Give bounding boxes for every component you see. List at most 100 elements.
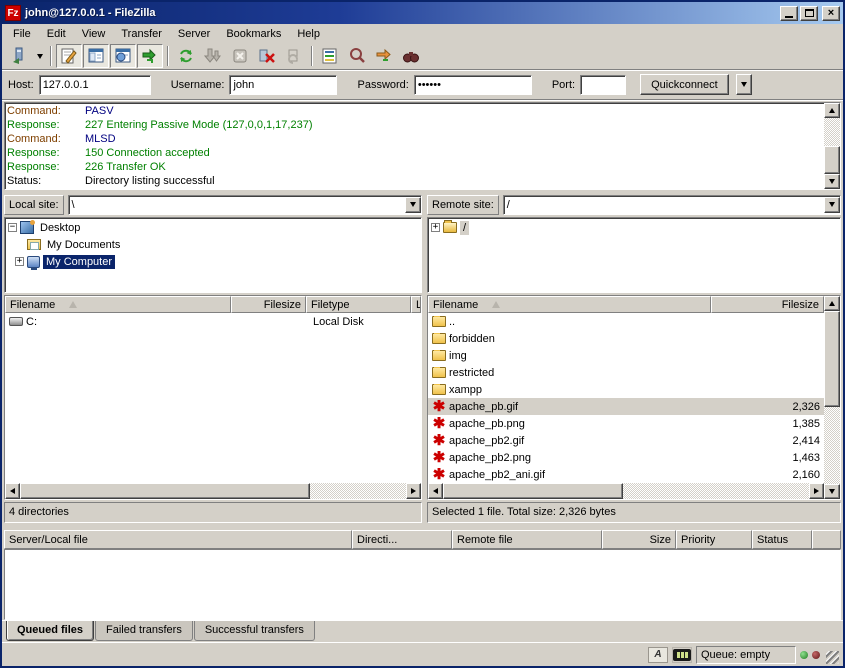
synchronized-browsing-button[interactable] <box>371 44 397 68</box>
scroll-left-button[interactable] <box>428 483 443 499</box>
menu-edit[interactable]: Edit <box>40 26 73 42</box>
refresh-button[interactable] <box>173 44 199 68</box>
expand-icon[interactable]: + <box>431 223 440 232</box>
local-site-combo[interactable]: \ <box>68 195 422 215</box>
filter-button[interactable] <box>317 44 343 68</box>
remote-file-row[interactable]: img <box>428 347 824 364</box>
file-search-button[interactable] <box>398 44 424 68</box>
quickconnect-bar: Host: Username: Password: Port: Quickcon… <box>2 70 843 100</box>
menu-file[interactable]: File <box>6 26 38 42</box>
quickconnect-dropdown-button[interactable] <box>736 74 752 95</box>
port-input[interactable] <box>580 75 626 95</box>
maximize-button[interactable] <box>800 6 818 21</box>
disconnect-button[interactable] <box>254 44 280 68</box>
menu-help[interactable]: Help <box>290 26 327 42</box>
username-input[interactable] <box>229 75 337 95</box>
tab-queued-files[interactable]: Queued files <box>6 621 94 641</box>
title-bar[interactable]: Fz john@127.0.0.1 - FileZilla × <box>2 2 843 24</box>
remote-site-combo[interactable]: / <box>503 195 841 215</box>
local-horizontal-scrollbar[interactable] <box>5 483 421 499</box>
scrollbar-thumb[interactable] <box>20 483 310 499</box>
toolbar <box>2 43 843 70</box>
site-manager-dropdown-button[interactable] <box>33 44 46 68</box>
filezilla-app-icon[interactable]: Fz <box>5 5 21 21</box>
remote-file-row[interactable]: ✱apache_pb2.gif 2,414 <box>428 432 824 449</box>
tree-item-my-computer[interactable]: + My Computer <box>5 253 421 270</box>
toggle-message-log-button[interactable] <box>56 44 82 68</box>
message-log: Command:PASV Response:227 Entering Passi… <box>4 102 841 190</box>
column-direction[interactable]: Directi... <box>352 530 452 549</box>
remote-file-row[interactable]: forbidden <box>428 330 824 347</box>
minimize-button[interactable] <box>780 6 798 21</box>
local-pane: Local site: \ − Desktop My Documents <box>4 194 422 523</box>
local-status-text: 4 directories <box>4 502 422 523</box>
menu-view[interactable]: View <box>75 26 113 42</box>
column-priority[interactable]: Priority <box>676 530 752 549</box>
host-label: Host: <box>8 79 34 91</box>
scrollbar-thumb[interactable] <box>824 146 840 174</box>
remote-file-row-selected[interactable]: ✱apache_pb.gif 2,326 <box>428 398 824 415</box>
remote-site-dropdown-button[interactable] <box>824 197 840 213</box>
host-input[interactable] <box>39 75 151 95</box>
menu-bookmarks[interactable]: Bookmarks <box>219 26 288 42</box>
scroll-down-button[interactable] <box>824 174 840 189</box>
column-filename[interactable]: Filename <box>428 296 711 313</box>
toggle-local-tree-button[interactable] <box>83 44 109 68</box>
local-site-dropdown-button[interactable] <box>405 197 421 213</box>
site-manager-button[interactable] <box>6 44 32 68</box>
scroll-up-button[interactable] <box>824 296 840 311</box>
remote-file-row[interactable]: ✱apache_pb2.png 1,463 <box>428 449 824 466</box>
column-server-local-file[interactable]: Server/Local file <box>4 530 352 549</box>
remote-file-row[interactable]: xampp <box>428 381 824 398</box>
column-filesize[interactable]: Filesize <box>711 296 824 313</box>
reconnect-button[interactable] <box>281 44 307 68</box>
tree-item-root[interactable]: + / <box>428 219 840 236</box>
remote-vertical-scrollbar[interactable] <box>824 296 840 499</box>
arrow-down-icon <box>829 179 835 184</box>
process-queue-button[interactable] <box>200 44 226 68</box>
column-filename[interactable]: Filename <box>5 296 231 313</box>
menu-transfer[interactable]: Transfer <box>114 26 169 42</box>
scroll-left-button[interactable] <box>5 483 20 499</box>
close-button[interactable]: × <box>822 6 840 21</box>
tree-item-my-documents[interactable]: My Documents <box>5 236 421 253</box>
toggle-remote-tree-button[interactable] <box>110 44 136 68</box>
scrollbar-thumb[interactable] <box>443 483 623 499</box>
queue-list[interactable] <box>4 549 841 620</box>
menu-server[interactable]: Server <box>171 26 217 42</box>
column-last-modified[interactable]: L <box>411 296 421 313</box>
column-remote-file[interactable]: Remote file <box>452 530 602 549</box>
remote-site-label: Remote site: <box>427 195 499 215</box>
column-size[interactable]: Size <box>602 530 676 549</box>
resize-grip[interactable] <box>826 651 839 664</box>
collapse-icon[interactable]: − <box>8 223 17 232</box>
directory-comparison-button[interactable] <box>344 44 370 68</box>
toggle-transfer-queue-button[interactable] <box>137 44 163 68</box>
column-filesize[interactable]: Filesize <box>231 296 306 313</box>
scroll-down-button[interactable] <box>824 484 840 499</box>
tab-successful-transfers[interactable]: Successful transfers <box>194 621 315 641</box>
expand-icon[interactable]: + <box>15 257 24 266</box>
tree-item-desktop[interactable]: − Desktop <box>5 219 421 236</box>
scroll-right-button[interactable] <box>809 483 824 499</box>
remote-file-row[interactable]: ✱apache_pb2_ani.gif 2,160 <box>428 466 824 483</box>
cancel-operation-button[interactable] <box>227 44 253 68</box>
quickconnect-button[interactable]: Quickconnect <box>640 74 729 95</box>
scrollbar-thumb[interactable] <box>824 311 840 407</box>
log-line: Command:MLSD <box>7 132 822 146</box>
scroll-right-button[interactable] <box>406 483 421 499</box>
password-input[interactable] <box>414 75 532 95</box>
remote-file-row[interactable]: restricted <box>428 364 824 381</box>
scroll-up-button[interactable] <box>824 103 840 118</box>
log-scrollbar[interactable] <box>824 103 840 189</box>
local-list-header: Filename Filesize Filetype L <box>5 296 421 313</box>
remote-horizontal-scrollbar[interactable] <box>428 483 824 499</box>
column-status[interactable]: Status <box>752 530 812 549</box>
reconnect-icon <box>285 47 303 65</box>
remote-file-row[interactable]: ✱apache_pb.png 1,385 <box>428 415 824 432</box>
local-file-row-c-drive[interactable]: C: Local Disk <box>5 313 421 330</box>
message-log-icon <box>60 47 78 65</box>
column-filetype[interactable]: Filetype <box>306 296 411 313</box>
remote-file-row[interactable]: .. <box>428 313 824 330</box>
tab-failed-transfers[interactable]: Failed transfers <box>95 621 193 641</box>
